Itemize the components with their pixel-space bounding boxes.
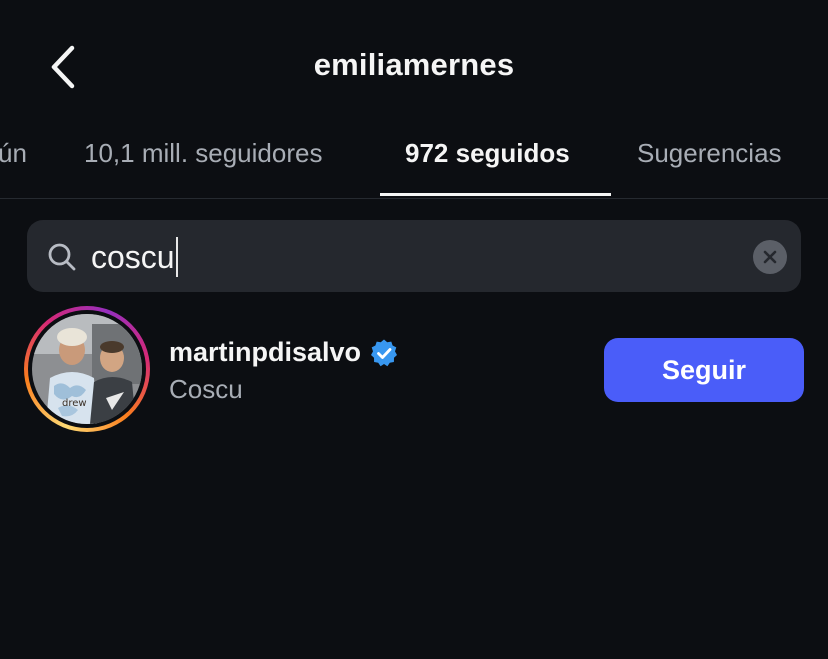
story-ring[interactable]: drew bbox=[24, 306, 150, 432]
text-caret bbox=[175, 237, 178, 277]
tab-suggestions[interactable]: Sugerencias bbox=[637, 138, 782, 169]
search-query[interactable]: coscu bbox=[91, 237, 178, 277]
tab-bar: ún 10,1 mill. seguidores 972 seguidos Su… bbox=[0, 128, 828, 199]
full-name: Coscu bbox=[169, 374, 243, 404]
list-item[interactable]: drew martinpdisalvo Coscu Seguir bbox=[0, 300, 828, 440]
search-input[interactable]: coscu bbox=[27, 220, 801, 292]
search-icon bbox=[48, 243, 76, 271]
verified-badge-icon bbox=[371, 339, 398, 366]
clear-search-button[interactable] bbox=[753, 240, 787, 274]
avatar-shirt-text: drew bbox=[62, 398, 87, 409]
following-screen: emiliamernes ún 10,1 mill. seguidores 97… bbox=[0, 0, 828, 659]
avatar: drew bbox=[32, 314, 142, 424]
avatar-photo: drew bbox=[32, 314, 142, 424]
tab-mutual[interactable]: ún bbox=[0, 138, 27, 169]
page-title: emiliamernes bbox=[313, 47, 515, 82]
search-query-text: coscu bbox=[91, 238, 175, 275]
follow-button[interactable]: Seguir bbox=[604, 338, 804, 402]
username-text: martinpdisalvo bbox=[169, 337, 362, 367]
username[interactable]: martinpdisalvo bbox=[169, 337, 399, 368]
active-tab-indicator bbox=[380, 193, 611, 196]
tab-followers[interactable]: 10,1 mill. seguidores bbox=[84, 138, 322, 169]
clear-icon bbox=[763, 250, 777, 264]
tab-following[interactable]: 972 seguidos bbox=[405, 138, 570, 169]
